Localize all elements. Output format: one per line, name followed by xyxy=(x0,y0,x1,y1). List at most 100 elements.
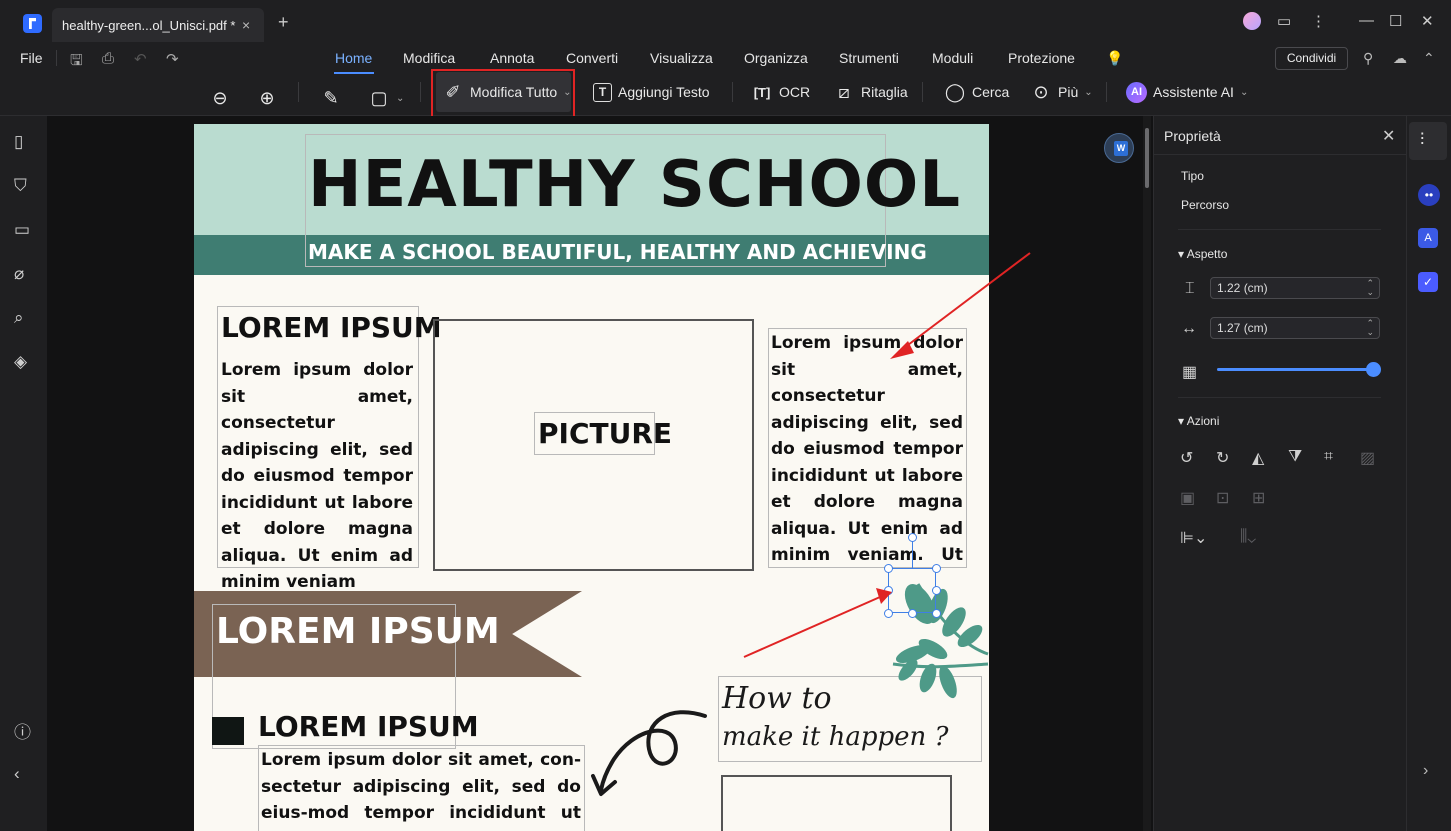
attachment-icon[interactable]: ⌀ xyxy=(14,264,24,284)
zoom-out-button[interactable]: ⊖ xyxy=(209,80,231,116)
height-value: 1.22 (cm) xyxy=(1217,281,1268,295)
convert-to-word-button[interactable]: W xyxy=(1104,133,1134,163)
left-sidebar: ▯ ⛉ ▭ ⌀ ⌕ ◈ ⓘ ‹ xyxy=(0,116,47,831)
cloud-upload-icon[interactable]: ☁ xyxy=(1393,50,1407,67)
annotation-arrows xyxy=(743,252,1031,658)
bottom-body-text[interactable]: Lorem ipsum dolor sit amet, con-sectetur… xyxy=(261,747,581,831)
menu-home[interactable]: Home xyxy=(335,50,372,66)
save-icon[interactable]: 🖫 xyxy=(70,50,83,75)
undo-icon[interactable]: ↶ xyxy=(134,50,147,68)
menu-organizza[interactable]: Organizza xyxy=(744,50,808,66)
document-title[interactable]: HEALTHY SCHOOL xyxy=(308,148,960,222)
layers-icon[interactable]: ◈ xyxy=(14,352,27,372)
menu-protezione[interactable]: Protezione xyxy=(1008,50,1075,66)
search-panel-icon[interactable]: ⌕ xyxy=(14,308,24,328)
divider xyxy=(298,82,299,102)
rectangle-icon: ▢ xyxy=(370,87,388,108)
menu-converti[interactable]: Converti xyxy=(566,50,618,66)
shape-button[interactable]: ▢ ⌄ xyxy=(368,80,404,116)
bookmark-icon[interactable]: ⛉ xyxy=(14,176,27,196)
tab-close-icon[interactable]: × xyxy=(242,17,250,33)
bottom-picture-placeholder xyxy=(721,775,952,831)
ocr-button[interactable]: [T] OCR xyxy=(751,74,810,110)
crop-button[interactable]: ⧄ Ritaglia xyxy=(833,74,908,110)
curly-arrow-icon xyxy=(591,710,707,796)
page-thumbnails-icon[interactable]: ▯ xyxy=(14,132,23,152)
minimize-icon[interactable]: — xyxy=(1359,12,1374,29)
flip-horizontal-icon[interactable]: ◭ xyxy=(1252,448,1264,468)
left-heading[interactable]: LOREM IPSUM xyxy=(221,311,442,344)
maximize-icon[interactable]: ☐ xyxy=(1389,12,1402,30)
divider xyxy=(1154,154,1406,155)
script-line-1[interactable]: How to xyxy=(722,682,832,716)
rotate-left-icon[interactable]: ↺ xyxy=(1180,448,1193,468)
search-button[interactable]: ◯ Cerca xyxy=(944,74,1009,110)
ai-assistant-button[interactable]: AI Assistente AI ⌄ xyxy=(1126,74,1248,110)
feedback-icon[interactable]: ▭ xyxy=(1277,12,1291,30)
checklist-icon[interactable]: ✓ xyxy=(1418,272,1438,292)
menu-annota[interactable]: Annota xyxy=(490,50,534,66)
close-window-icon[interactable]: ✕ xyxy=(1421,12,1434,30)
print-icon[interactable]: ⎙ xyxy=(102,50,114,67)
divider xyxy=(420,82,421,102)
vertical-scrollbar[interactable] xyxy=(1143,116,1151,831)
properties-tab[interactable]: ⫶ xyxy=(1409,122,1447,160)
banner-heading[interactable]: LOREM IPSUM xyxy=(216,611,500,652)
height-icon: ⌶ xyxy=(1185,280,1195,297)
add-text-label: Aggiungi Testo xyxy=(618,84,710,100)
width-input[interactable]: 1.27 (cm) ⌃ ⌄ xyxy=(1210,317,1380,339)
height-input[interactable]: 1.22 (cm) ⌃ ⌄ xyxy=(1210,277,1380,299)
width-icon: ↔ xyxy=(1181,320,1197,337)
align-left-icon[interactable]: ⊫⌄ xyxy=(1180,528,1207,548)
picture-label[interactable]: PICTURE xyxy=(538,417,672,450)
scrollbar-thumb[interactable] xyxy=(1145,128,1149,188)
stepper-icon[interactable]: ⌃ ⌄ xyxy=(1366,319,1374,337)
crop-icon[interactable]: ⌗ xyxy=(1324,448,1333,466)
document-tab[interactable]: healthy-green...ol_Unisci.pdf * × xyxy=(52,8,264,42)
close-panel-icon[interactable]: ✕ xyxy=(1382,126,1395,146)
flip-vertical-icon[interactable]: ⧩ xyxy=(1288,448,1302,466)
redo-icon[interactable]: ↷ xyxy=(166,50,179,68)
add-text-button[interactable]: T Aggiungi Testo xyxy=(593,74,710,110)
script-line-2[interactable]: make it happen ? xyxy=(722,720,948,754)
new-tab-icon[interactable]: + xyxy=(278,12,289,33)
lightbulb-icon[interactable]: 💡 xyxy=(1106,50,1123,67)
opacity-slider[interactable] xyxy=(1217,368,1374,371)
ai-assistant-label: Assistente AI xyxy=(1153,84,1234,100)
rotate-right-icon[interactable]: ↻ xyxy=(1216,448,1229,468)
highlight-box xyxy=(431,69,575,118)
expand-right-icon[interactable]: › xyxy=(1423,762,1428,780)
menu-modifica[interactable]: Modifica xyxy=(403,50,455,66)
chevron-down-icon: ⌄ xyxy=(1084,86,1093,98)
zoom-out-icon: ⊖ xyxy=(212,87,228,108)
zoom-in-button[interactable]: ⊕ xyxy=(256,80,278,116)
crop-label: Ritaglia xyxy=(861,84,908,100)
collapse-icon[interactable]: ⌃ xyxy=(1423,50,1435,67)
translate-app-icon[interactable]: A xyxy=(1418,228,1438,248)
menu-file[interactable]: File xyxy=(20,50,43,66)
section-heading[interactable]: LOREM IPSUM xyxy=(258,710,479,743)
properties-title: Proprietà xyxy=(1164,128,1221,144)
left-body-text[interactable]: Lorem ipsum dolor sit amet, consectetur … xyxy=(221,357,413,596)
appearance-section[interactable]: ▾ Aspetto xyxy=(1178,247,1227,261)
opacity-slider-handle[interactable] xyxy=(1366,362,1381,377)
stepper-icon[interactable]: ⌃ ⌄ xyxy=(1366,279,1374,297)
avatar[interactable] xyxy=(1243,12,1261,30)
network-icon[interactable]: ⚲ xyxy=(1363,50,1373,67)
menu-visualizza[interactable]: Visualizza xyxy=(650,50,713,66)
highlight-button[interactable]: ✎ xyxy=(320,80,342,116)
menu-strumenti[interactable]: Strumenti xyxy=(839,50,899,66)
menu-moduli[interactable]: Moduli xyxy=(932,50,973,66)
share-button[interactable]: Condividi xyxy=(1275,47,1348,70)
distribute-icon: ⫼⌄ xyxy=(1240,528,1257,545)
help-icon[interactable]: ⓘ xyxy=(14,718,31,743)
chatbot-icon[interactable]: •• xyxy=(1418,184,1440,206)
actions-section[interactable]: ▾ Azioni xyxy=(1178,414,1219,428)
sliders-icon: ⫶ xyxy=(1420,130,1425,149)
more-button[interactable]: ⊙ Più ⌄ xyxy=(1030,74,1093,110)
extract-icon: ▣ xyxy=(1180,490,1196,507)
width-value: 1.27 (cm) xyxy=(1217,321,1268,335)
collapse-left-icon[interactable]: ‹ xyxy=(14,764,20,784)
kebab-menu-icon[interactable]: ⋮ xyxy=(1311,12,1326,30)
comment-icon[interactable]: ▭ xyxy=(14,220,30,240)
